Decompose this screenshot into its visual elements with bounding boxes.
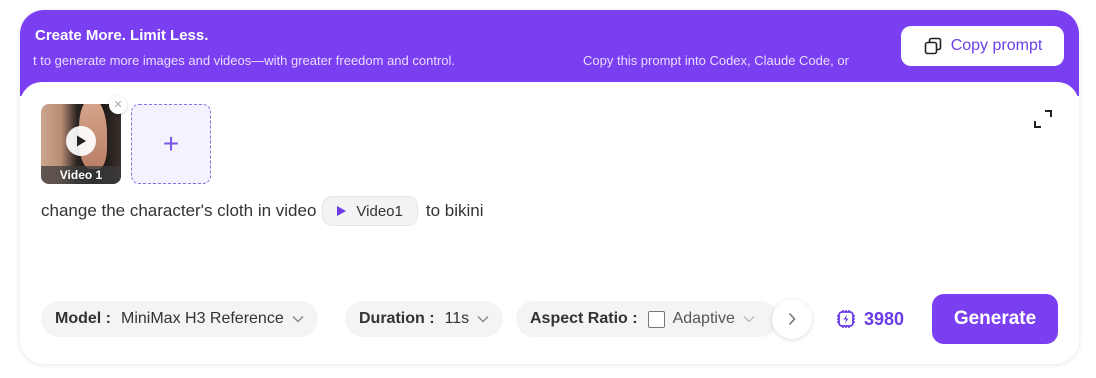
banner-title: Create More. Limit Less. (35, 27, 209, 44)
chevron-down-icon (292, 316, 304, 323)
aspect-ratio-value: Adaptive (672, 310, 735, 327)
prompt-text-after: to bikini (425, 201, 484, 220)
copy-prompt-button[interactable]: Copy prompt (901, 26, 1064, 66)
generator-card: Create More. Limit Less. t to generate m… (20, 10, 1079, 364)
controls-bar: Model : MiniMax H3 Reference Duration : … (20, 294, 1079, 344)
chevron-right-icon (788, 312, 796, 326)
duration-value: 11s (444, 310, 470, 327)
adaptive-checkbox[interactable] (647, 310, 665, 328)
model-value: MiniMax H3 Reference (121, 310, 284, 327)
banner-subtitle: t to generate more images and videos—wit… (33, 53, 456, 68)
chevron-down-icon (743, 316, 755, 323)
banner-ticker-text: Copy this prompt into Codex, Claude Code… (583, 53, 849, 68)
scroll-right-button[interactable] (772, 299, 812, 339)
model-label: Model : (55, 310, 111, 327)
video-thumbnail[interactable]: Video 1 (41, 104, 121, 184)
aspect-ratio-label: Aspect Ratio : (530, 310, 638, 327)
chip-icon (837, 310, 855, 328)
generate-button[interactable]: Generate (932, 294, 1058, 344)
credits-value: 3980 (864, 308, 905, 329)
copy-prompt-label: Copy prompt (950, 37, 1043, 54)
plus-icon: + (162, 128, 180, 159)
expand-icon[interactable] (1032, 108, 1054, 130)
video-reference-chip[interactable]: Video1 (322, 196, 418, 226)
model-select[interactable]: Model : MiniMax H3 Reference (41, 301, 318, 337)
copy-icon (924, 37, 942, 55)
close-icon[interactable]: ✕ (109, 96, 127, 114)
credits-balance: 3980 (835, 306, 904, 332)
add-media-button[interactable]: + (131, 104, 211, 184)
thumbnail-label: Video 1 (41, 166, 121, 184)
prompt-panel: Video 1 ✕ + change the character's cloth… (20, 82, 1079, 364)
play-icon[interactable] (66, 126, 96, 156)
play-icon (337, 206, 347, 216)
chevron-down-icon (477, 316, 489, 323)
duration-label: Duration : (359, 310, 435, 327)
aspect-ratio-select[interactable]: Aspect Ratio : Adaptive (516, 301, 778, 337)
prompt-text-before: change the character's cloth in video (41, 201, 317, 220)
duration-select[interactable]: Duration : 11s (345, 301, 504, 337)
chip-label: Video1 (356, 202, 403, 220)
prompt-text[interactable]: change the character's cloth in video Vi… (41, 195, 484, 227)
